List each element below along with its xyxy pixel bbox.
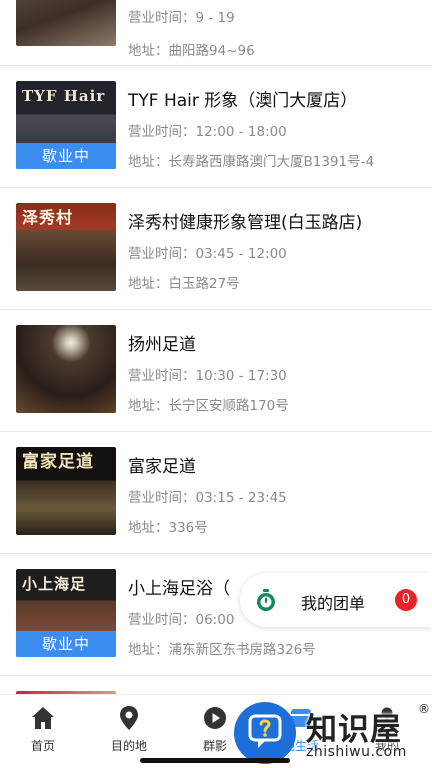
stopwatch-icon (257, 589, 275, 611)
store-card[interactable]: 富家足道 富家足道 营业时间：03:15 - 23:45 地址：336号 (0, 432, 432, 554)
tab-label: 首页 (30, 739, 55, 753)
store-thumbnail: 富家足道 (16, 447, 116, 535)
store-sign: 富家足道 (22, 452, 94, 472)
store-hours: 营业时间：06:00 (128, 612, 235, 628)
store-hours: 营业时间：10:30 - 17:30 (128, 368, 287, 384)
store-photo (16, 0, 116, 46)
store-thumbnail: 泽秀村 (16, 203, 116, 291)
store-address: 地址：曲阳路94~96 (128, 43, 255, 59)
store-hours: 营业时间：12:00 - 18:00 (128, 124, 287, 140)
closed-badge: 歇业中 (16, 143, 116, 169)
store-photo (16, 325, 116, 413)
help-icon (248, 714, 282, 748)
store-address: 地址：浦东新区东书房路326号 (128, 642, 316, 658)
watermark-logo (234, 702, 296, 764)
store-hours: 营业时间：9 - 19 (128, 10, 235, 26)
home-icon (32, 707, 54, 729)
store-sign: TYF Hair (22, 87, 106, 105)
store-card[interactable]: 营业时间：9 - 19 地址：曲阳路94~96 (0, 0, 432, 66)
store-name: 富家足道 (128, 457, 196, 477)
closed-badge: 歇业中 (16, 631, 116, 657)
my-orders-label: 我的团单 (301, 594, 366, 613)
store-card[interactable]: 泽秀村 泽秀村健康形象管理(白玉路店) 营业时间：03:45 - 12:00 地… (0, 188, 432, 310)
store-thumbnail: TYF Hair 歇业中 (16, 81, 116, 169)
store-hours: 营业时间：03:45 - 12:00 (128, 246, 287, 262)
store-card[interactable]: 扬州足道 营业时间：10:30 - 17:30 地址：长宁区安顺路170号 (0, 310, 432, 432)
store-name: 小上海足浴（ (128, 579, 230, 599)
order-count-badge: 0 (395, 589, 417, 611)
watermark-text: 知识屋 (306, 712, 402, 748)
store-name: 泽秀村健康形象管理(白玉路店) (128, 213, 363, 233)
store-address: 地址：长宁区安顺路170号 (128, 398, 289, 414)
store-sign: 泽秀村 (22, 208, 74, 227)
store-thumbnail: 小上海足 歇业中 (16, 569, 116, 657)
watermark-url: zhishiwu.com (306, 744, 407, 760)
location-pin-icon (120, 706, 138, 730)
store-address: 地址：白玉路27号 (128, 276, 240, 292)
tab-label: 目的地 (110, 739, 147, 753)
store-hours: 营业时间：03:15 - 23:45 (128, 490, 287, 506)
store-thumbnail (16, 0, 116, 46)
store-name: 扬州足道 (128, 335, 196, 355)
store-name: TYF Hair 形象（澳门大厦店） (128, 91, 358, 111)
registered-mark: ® (418, 702, 430, 716)
store-thumbnail (16, 325, 116, 413)
play-icon (204, 707, 226, 729)
tab-home[interactable]: 首页 (0, 695, 86, 768)
store-address: 地址：336号 (128, 520, 208, 536)
home-indicator (140, 758, 290, 763)
store-card[interactable]: TYF Hair 歇业中 TYF Hair 形象（澳门大厦店） 营业时间：12:… (0, 66, 432, 188)
my-orders-float-button[interactable]: 我的团单 0 (240, 573, 432, 627)
store-address: 地址：长寿路西康路澳门大厦B1391号-4 (128, 154, 375, 170)
store-sign: 小上海足 (22, 575, 87, 593)
